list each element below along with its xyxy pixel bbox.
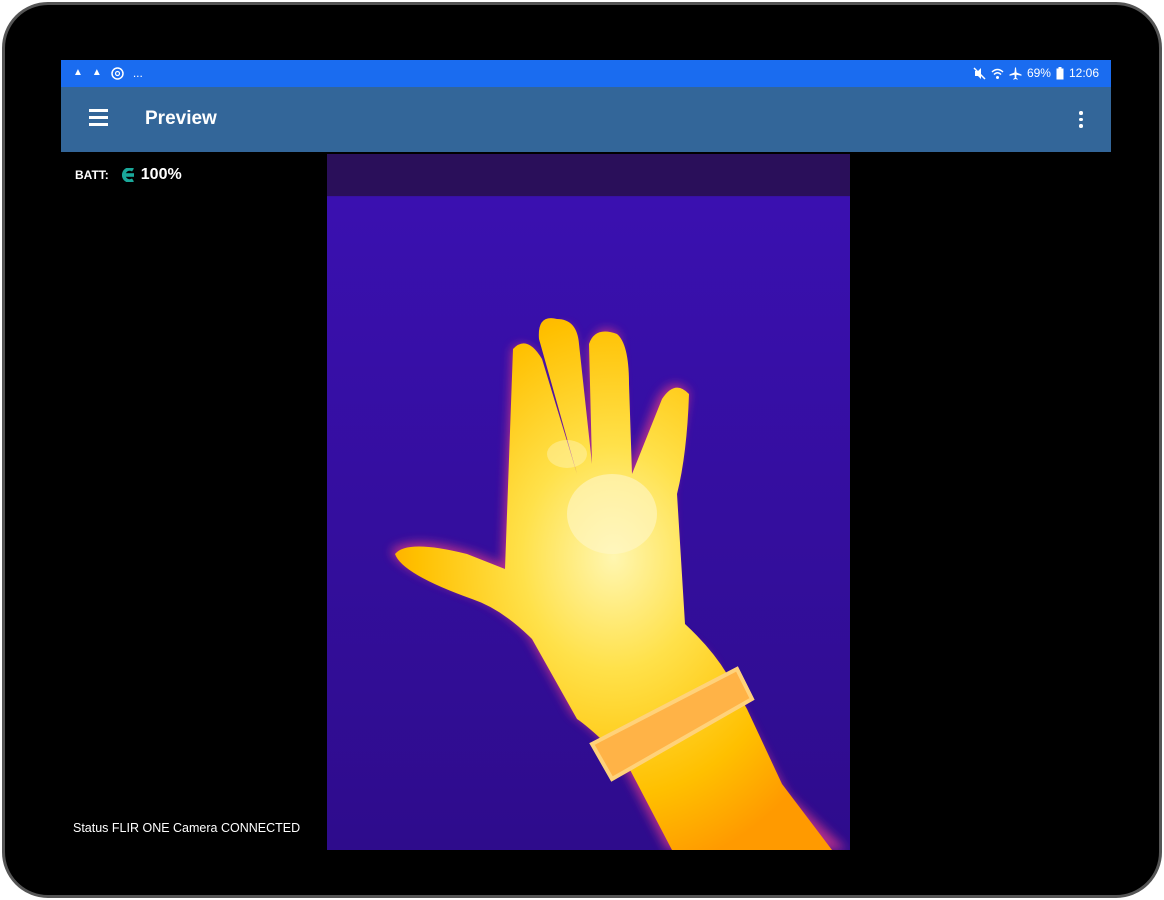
hamburger-menu-icon[interactable] [89, 109, 111, 129]
mute-icon [973, 66, 986, 80]
thermal-camera-preview[interactable] [327, 154, 850, 850]
more-notifications: ... [132, 66, 143, 80]
camera-battery-indicator: BATT: 100% [75, 166, 182, 184]
wifi-icon [991, 68, 1004, 79]
overflow-menu-icon[interactable] [1071, 109, 1091, 131]
app-toolbar: Preview [61, 87, 1111, 152]
system-indicators: 69% 12:06 [973, 66, 1099, 80]
camera-connection-status: Status FLIR ONE Camera CONNECTED [73, 821, 301, 835]
notification-icons: ▲ ▲ ... [73, 66, 143, 80]
device-screen: ▲ ▲ ... 69% 12:06 Preview BATT: 100% Sta… [61, 60, 1111, 850]
battery-label: BATT: [75, 168, 109, 182]
battery-percent: 69% [1026, 66, 1051, 80]
thermal-image [327, 154, 850, 850]
sync-icon [111, 66, 124, 80]
airplane-icon [1009, 67, 1022, 80]
battery-value: 100% [140, 166, 182, 183]
clock: 12:06 [1068, 66, 1099, 80]
camera-battery-icon [121, 168, 134, 182]
notification-icon: ▲ [91, 67, 102, 78]
page-title: Preview [145, 108, 217, 129]
battery-icon [1056, 66, 1064, 79]
tablet-frame: ▲ ▲ ... 69% 12:06 Preview BATT: 100% Sta… [2, 2, 1162, 898]
system-status-bar: ▲ ▲ ... 69% 12:06 [61, 60, 1111, 87]
notification-icon: ▲ [73, 67, 83, 78]
